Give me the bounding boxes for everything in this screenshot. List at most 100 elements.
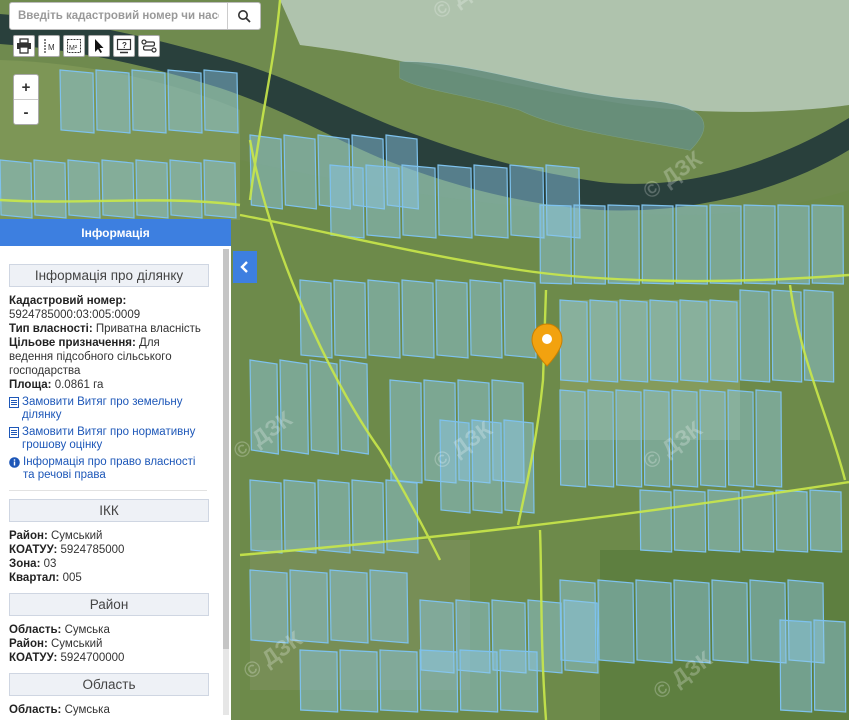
parcel-polygon[interactable] <box>437 164 473 239</box>
measure-distance-icon: M <box>44 39 55 53</box>
parcel-polygon[interactable] <box>775 489 809 553</box>
search-input[interactable] <box>10 3 227 29</box>
parcel-polygon[interactable] <box>779 619 813 713</box>
parcel-polygon[interactable] <box>711 579 749 664</box>
parcel-polygon[interactable] <box>813 619 847 713</box>
parcel-polygon[interactable] <box>333 279 367 359</box>
divider <box>9 490 207 491</box>
measure-distance-button[interactable]: M <box>38 35 60 57</box>
zoom-out-button[interactable]: - <box>14 99 38 124</box>
parcel-polygon[interactable] <box>167 69 203 134</box>
parcel-polygon[interactable] <box>679 299 709 383</box>
parcel-polygon[interactable] <box>379 649 419 713</box>
parcel-polygon[interactable] <box>33 159 67 219</box>
parcel-polygon[interactable] <box>675 204 708 285</box>
parcel-polygon[interactable] <box>499 649 539 713</box>
parcel-polygon[interactable] <box>469 279 503 359</box>
layers-icon <box>141 39 157 53</box>
parcel-polygon[interactable] <box>709 204 742 285</box>
parcel-polygon[interactable] <box>95 69 131 134</box>
zoom-in-button[interactable]: + <box>14 75 38 99</box>
parcel-polygon[interactable] <box>249 479 283 554</box>
district-koatuu: КОАТУУ: 5924700000 <box>9 652 125 664</box>
parcel-polygon[interactable] <box>203 69 239 134</box>
order-valuation-link[interactable]: Замовити Витяг про нормативну грошову оц… <box>9 426 207 452</box>
parcel-polygon[interactable] <box>0 159 33 219</box>
parcel-polygon[interactable] <box>673 489 707 553</box>
parcel-polygon[interactable] <box>329 569 369 644</box>
parcel-polygon[interactable] <box>67 159 101 219</box>
parcel-polygon[interactable] <box>503 279 537 359</box>
parcel-polygon[interactable] <box>777 204 810 285</box>
search-icon <box>238 10 251 23</box>
parcel-polygon[interactable] <box>135 159 169 219</box>
parcel-polygon[interactable] <box>559 579 597 664</box>
panel-scrollbar[interactable] <box>223 249 229 715</box>
parcel-polygon[interactable] <box>619 299 649 383</box>
parcel-polygon[interactable] <box>317 479 351 554</box>
identify-button[interactable]: ? <box>113 35 135 57</box>
parcel-polygon[interactable] <box>709 299 739 383</box>
parcel-polygon[interactable] <box>329 164 365 239</box>
parcel-polygon[interactable] <box>615 389 643 488</box>
parcel-polygon[interactable] <box>203 159 237 219</box>
parcel-polygon[interactable] <box>389 379 423 484</box>
scrollbar-thumb[interactable] <box>223 249 229 649</box>
parcel-polygon[interactable] <box>589 299 619 383</box>
parcel-polygon[interactable] <box>771 289 803 383</box>
parcel-polygon[interactable] <box>365 164 401 239</box>
parcel-polygon[interactable] <box>339 359 369 455</box>
parcel-polygon[interactable] <box>299 279 333 359</box>
pointer-icon <box>95 39 104 53</box>
parcel-polygon[interactable] <box>559 299 589 383</box>
parcel-polygon[interactable] <box>401 164 437 239</box>
parcel-polygon[interactable] <box>635 579 673 664</box>
parcel-polygon[interactable] <box>339 649 379 713</box>
pointer-button[interactable] <box>88 35 110 57</box>
search-button[interactable] <box>227 3 260 29</box>
parcel-polygon[interactable] <box>459 649 499 713</box>
ikk-quarter: Квартал: 005 <box>9 572 82 584</box>
parcel-polygon[interactable] <box>279 359 309 455</box>
parcel-polygon[interactable] <box>739 289 771 383</box>
measure-area-button[interactable]: M² <box>63 35 85 57</box>
parcel-polygon[interactable] <box>573 204 606 285</box>
parcel-polygon[interactable] <box>809 489 843 553</box>
parcel-polygon[interactable] <box>639 489 673 553</box>
parcel-polygon[interactable] <box>649 299 679 383</box>
parcel-polygon[interactable] <box>811 204 844 285</box>
parcel-polygon[interactable] <box>283 479 317 554</box>
parcel-polygon[interactable] <box>401 279 435 359</box>
parcel-polygon[interactable] <box>169 159 203 219</box>
section-header-district: Район <box>9 593 209 616</box>
parcel-polygon[interactable] <box>699 389 727 488</box>
parcel-polygon[interactable] <box>597 579 635 664</box>
panel-body[interactable]: Інформація про ділянку Кадастровий номер… <box>0 246 231 717</box>
parcel-polygon[interactable] <box>101 159 135 219</box>
district-region: Область: Сумська <box>9 624 110 636</box>
parcel-polygon[interactable] <box>283 134 317 210</box>
ownership-rights-link[interactable]: Інформація про право власності та речові… <box>9 456 207 482</box>
search-box <box>9 2 261 30</box>
parcel-polygon[interactable] <box>367 279 401 359</box>
parcel-polygon[interactable] <box>419 649 459 713</box>
parcel-polygon[interactable] <box>131 69 167 134</box>
parcel-polygon[interactable] <box>559 389 587 488</box>
parcel-polygon[interactable] <box>641 204 674 285</box>
parcel-polygon[interactable] <box>587 389 615 488</box>
parcel-polygon[interactable] <box>741 489 775 553</box>
parcel-polygon[interactable] <box>755 389 783 488</box>
parcel-polygon[interactable] <box>509 164 545 239</box>
parcel-polygon[interactable] <box>607 204 640 285</box>
order-extract-link[interactable]: Замовити Витяг про земельну ділянку <box>9 396 207 422</box>
print-button[interactable] <box>13 35 35 57</box>
parcel-polygon[interactable] <box>299 649 339 713</box>
parcel-polygon[interactable] <box>435 279 469 359</box>
parcel-polygon[interactable] <box>369 569 409 644</box>
layers-button[interactable] <box>138 35 160 57</box>
parcel-polygon[interactable] <box>59 69 95 134</box>
parcel-polygon[interactable] <box>727 389 755 488</box>
parcel-polygon[interactable] <box>743 204 776 285</box>
collapse-panel-button[interactable] <box>233 251 257 283</box>
parcel-polygon[interactable] <box>473 164 509 239</box>
